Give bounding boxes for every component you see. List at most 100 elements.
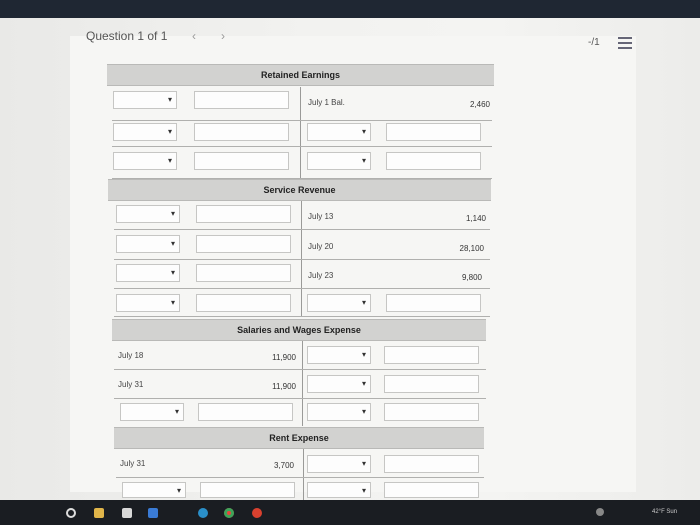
credit-account-dropdown[interactable]: ▾ [307,375,371,393]
row-divider [114,398,486,399]
row-divider [114,259,490,260]
debit-account-dropdown[interactable]: ▾ [113,152,177,170]
photos-icon[interactable] [252,508,262,518]
chevron-down-icon: ▾ [170,298,175,307]
edge-icon[interactable] [198,508,208,518]
taskbar: 42°F Sun [0,500,700,525]
chevron-down-icon: ▾ [170,239,175,248]
debit-amount-input[interactable] [196,205,291,223]
weather-display[interactable]: 42°F Sun [652,509,677,515]
chevron-left-icon[interactable]: ‹ [192,29,196,43]
account-title: Rent Expense [269,433,329,443]
debit-label: July 31 [120,459,146,468]
account-title: Retained Earnings [260,70,341,80]
t-account-divider [303,449,304,500]
chevron-down-icon: ▾ [361,486,366,495]
chevron-down-icon: ▾ [167,95,172,104]
debit-amount: 3,700 [273,461,294,470]
chevron-down-icon: ▾ [361,379,366,388]
chevron-down-icon: ▾ [361,127,366,136]
debit-amount-input[interactable] [196,235,291,253]
credit-amount-input[interactable] [386,294,481,312]
debit-account-dropdown[interactable]: ▾ [122,482,186,498]
row-divider [114,229,490,230]
t-account-divider [302,341,303,426]
debit-label: July 31 [118,380,144,389]
question-label: Question 1 of 1 [86,29,168,43]
chevron-right-icon[interactable]: › [221,29,225,43]
credit-account-dropdown[interactable]: ▾ [307,455,371,473]
t-account-divider [300,87,301,179]
debit-amount: 11,900 [272,353,296,362]
row-divider [114,369,486,370]
chevron-down-icon: ▾ [361,350,366,359]
credit-amount-input[interactable] [384,403,479,421]
row-divider [114,288,490,289]
debit-account-dropdown[interactable]: ▾ [116,294,180,312]
chevron-down-icon: ▾ [167,127,172,136]
account-header: Service Revenue [108,179,491,201]
account-header: Salaries and Wages Expense [112,319,486,341]
credit-amount-input[interactable] [384,455,479,473]
credit-amount-input[interactable] [386,152,481,170]
credit-amount-input[interactable] [386,123,481,141]
credit-amount-input[interactable] [384,346,479,364]
search-icon[interactable] [66,508,76,518]
debit-amount-input[interactable] [196,264,291,282]
chevron-down-icon: ▾ [176,486,181,495]
row-divider [114,316,490,317]
chevron-down-icon: ▾ [361,407,366,416]
account-title: Salaries and Wages Expense [237,325,361,335]
debit-account-dropdown[interactable]: ▾ [116,205,180,223]
debit-account-dropdown[interactable]: ▾ [116,235,180,253]
credit-account-dropdown[interactable]: ▾ [307,294,371,312]
credit-label: July 20 [308,242,334,251]
debit-amount-input[interactable] [196,294,291,312]
chevron-down-icon: ▾ [361,459,366,468]
debit-account-dropdown[interactable]: ▾ [120,403,184,421]
credit-account-dropdown[interactable]: ▾ [307,403,371,421]
chevron-down-icon: ▾ [167,156,172,165]
debit-amount-input[interactable] [194,123,289,141]
debit-account-dropdown[interactable]: ▾ [113,123,177,141]
credit-account-dropdown[interactable]: ▾ [307,346,371,364]
score-display: -/1 [588,37,600,48]
file-explorer-icon[interactable] [94,508,104,518]
chrome-icon[interactable] [224,508,234,518]
window-top-strip [0,0,700,18]
row-divider [112,120,492,121]
chevron-down-icon: ▾ [170,209,175,218]
account-title: Service Revenue [263,185,336,195]
credit-amount-input[interactable] [384,482,479,498]
credit-account-dropdown[interactable]: ▾ [307,123,371,141]
debit-amount: 11,900 [272,382,296,391]
debit-amount-input[interactable] [200,482,295,498]
debit-account-dropdown[interactable]: ▾ [116,264,180,282]
store-icon[interactable] [122,508,132,518]
credit-amount: 2,460 [469,100,490,109]
account-header: Retained Earnings [107,64,494,86]
credit-amount: 9,800 [461,273,482,282]
chevron-down-icon: ▾ [174,407,179,416]
credit-account-dropdown[interactable]: ▾ [307,152,371,170]
credit-amount: 1,140 [465,214,486,223]
debit-amount-input[interactable] [194,152,289,170]
debit-amount-input[interactable] [198,403,293,421]
credit-label: July 23 [308,271,334,280]
chevron-down-icon: ▾ [170,268,175,277]
debit-label: July 18 [118,351,144,360]
credit-amount: 28,100 [459,244,484,253]
row-divider [112,146,492,147]
credit-amount-input[interactable] [384,375,479,393]
debit-amount-input[interactable] [194,91,289,109]
account-header: Rent Expense [114,427,484,449]
system-tray-icon[interactable] [596,508,604,516]
credit-label: July 1 Bal. [308,98,345,107]
credit-account-dropdown[interactable]: ▾ [307,482,371,498]
row-divider [116,477,484,478]
debit-account-dropdown[interactable]: ▾ [113,91,177,109]
mail-icon[interactable] [148,508,158,518]
chevron-down-icon: ▾ [361,298,366,307]
credit-label: July 13 [308,212,334,221]
list-icon[interactable] [618,37,632,49]
